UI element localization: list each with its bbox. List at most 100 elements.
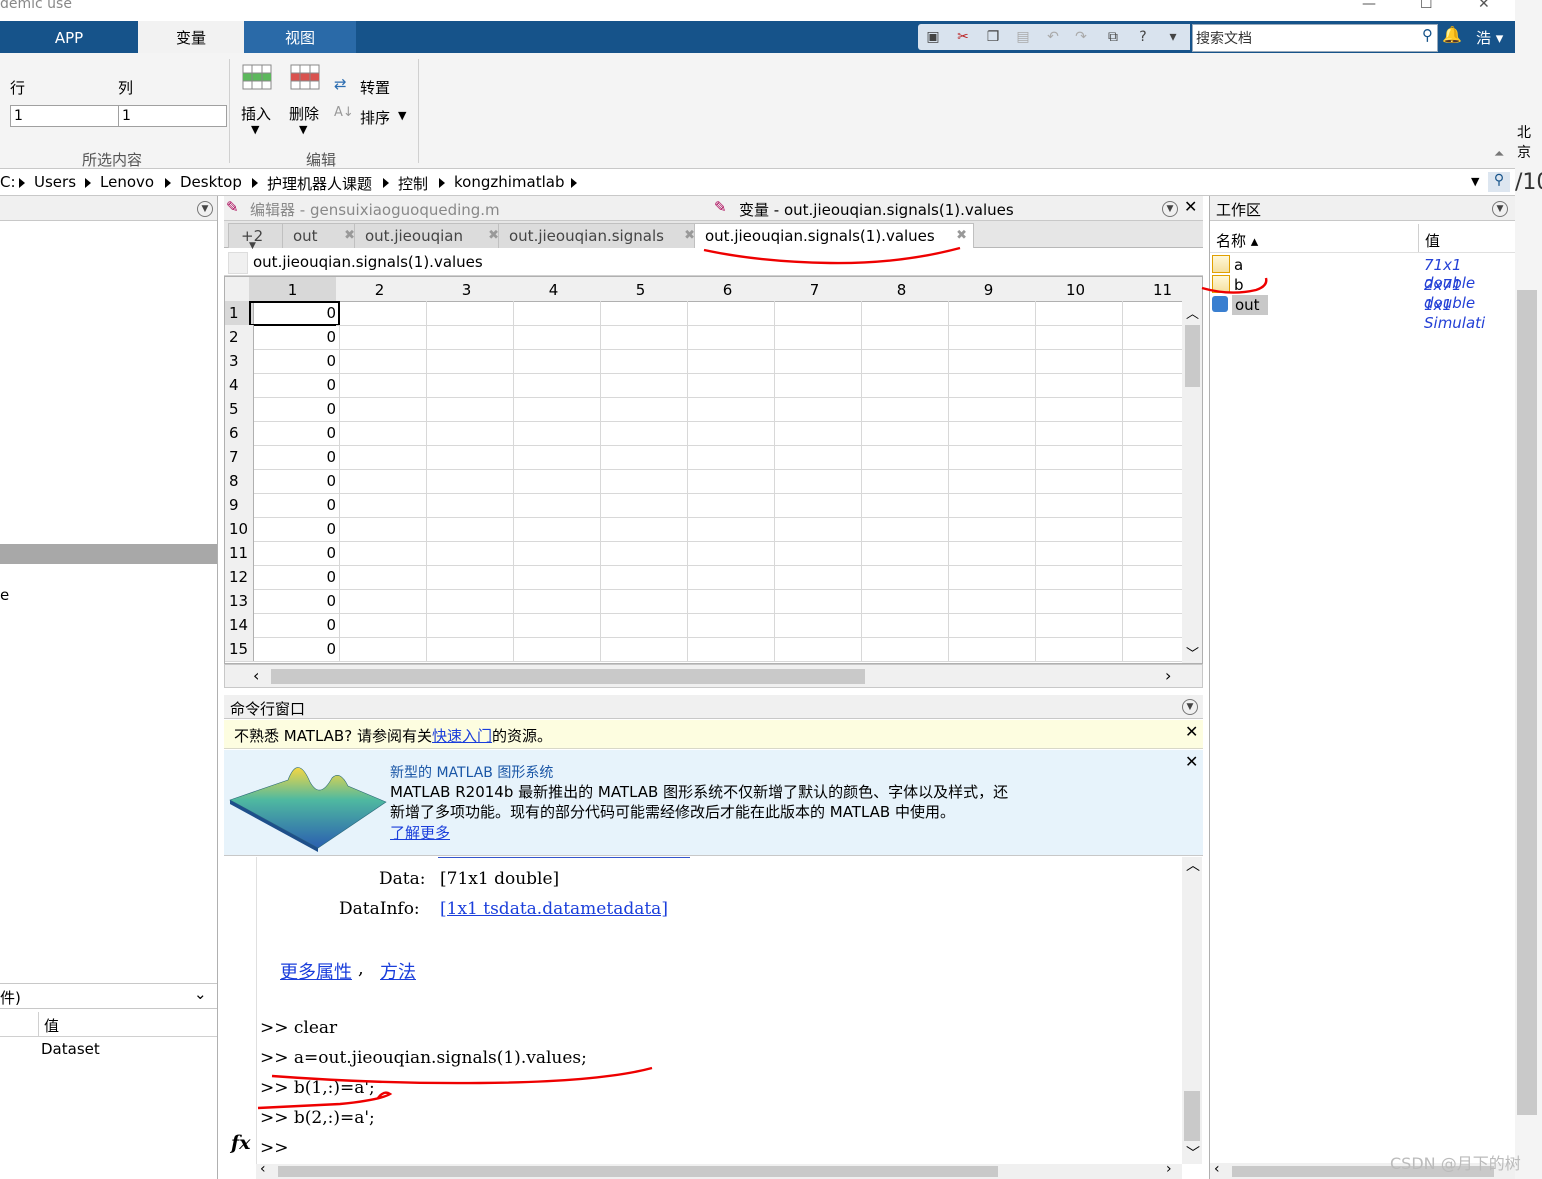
grid-cell[interactable] xyxy=(771,421,862,446)
grid-cell[interactable] xyxy=(510,445,601,470)
grid-cell[interactable] xyxy=(597,589,688,614)
workspace-row-out[interactable]: out 1x1 Simulati xyxy=(1210,295,1515,332)
collapse-ribbon-icon[interactable]: ⏶ xyxy=(1494,147,1504,162)
sort-button[interactable]: A↓ 排序 ▼ xyxy=(334,105,414,127)
column-header[interactable]: 2 xyxy=(336,277,424,302)
grid-cell[interactable] xyxy=(1032,517,1123,542)
grid-cell[interactable] xyxy=(858,469,949,494)
tab-out-jieouqian-signals[interactable]: out.jieouqian.signals ✖ xyxy=(498,223,702,248)
save-icon[interactable]: ▣ xyxy=(924,28,942,46)
grid-cell[interactable] xyxy=(597,397,688,422)
function-browser-icon[interactable]: fx xyxy=(231,1132,251,1154)
close-notice-icon[interactable]: ✕ xyxy=(1185,752,1198,771)
grid-cell[interactable] xyxy=(945,349,1036,374)
grid-cell[interactable] xyxy=(423,397,514,422)
scrollbar-thumb[interactable] xyxy=(271,669,865,684)
grid-cell[interactable] xyxy=(771,613,862,638)
grid-cell[interactable] xyxy=(684,541,775,566)
grid-cell[interactable]: 0 xyxy=(249,397,340,422)
scroll-left-icon[interactable]: ‹ xyxy=(260,1161,266,1177)
grid-cell[interactable]: 0 xyxy=(249,469,340,494)
scroll-up-icon[interactable]: ︿ xyxy=(1186,303,1199,322)
grid-cell[interactable] xyxy=(336,565,427,590)
grid-cell[interactable] xyxy=(423,493,514,518)
grid-cell[interactable] xyxy=(597,445,688,470)
grid-cell[interactable] xyxy=(597,565,688,590)
grid-cell[interactable] xyxy=(1032,565,1123,590)
grid-cell[interactable] xyxy=(1032,421,1123,446)
grid-cell[interactable]: 0 xyxy=(249,517,340,542)
grid-cell[interactable] xyxy=(858,589,949,614)
column-header[interactable]: 6 xyxy=(684,277,772,302)
minimize-icon[interactable]: — xyxy=(1362,0,1376,12)
grid-cell[interactable] xyxy=(771,637,862,662)
grid-cell[interactable]: 0 xyxy=(249,589,340,614)
grid-cell[interactable] xyxy=(423,421,514,446)
tab-values[interactable]: out.jieouqian.signals(1).values ✖ xyxy=(694,223,974,248)
grid-cell[interactable] xyxy=(1032,445,1123,470)
grid-cell[interactable] xyxy=(423,469,514,494)
scroll-left-icon[interactable]: ‹ xyxy=(1214,1161,1220,1177)
chevron-down-icon[interactable]: ⌄ xyxy=(194,985,207,1003)
grid-cell[interactable] xyxy=(1032,613,1123,638)
grid-cell[interactable] xyxy=(771,325,862,350)
grid-cell[interactable] xyxy=(771,469,862,494)
getting-started-link[interactable]: 快速入门 xyxy=(432,727,492,745)
column-input[interactable]: 1 xyxy=(118,105,227,127)
grid-cell[interactable] xyxy=(1032,493,1123,518)
scroll-right-icon[interactable]: › xyxy=(1165,666,1171,685)
grid-cell[interactable] xyxy=(597,637,688,662)
console-horizontal-scrollbar[interactable]: ‹ › xyxy=(256,1161,1182,1179)
scroll-down-icon[interactable]: ﹀ xyxy=(1186,643,1199,662)
grid-cell[interactable] xyxy=(1032,541,1123,566)
grid-cell[interactable] xyxy=(771,397,862,422)
grid-cell[interactable] xyxy=(684,397,775,422)
delete-button[interactable]: 删除 ▼ xyxy=(286,63,326,143)
details-header[interactable]: 件) ⌄ xyxy=(0,983,217,1009)
grid-cell[interactable] xyxy=(858,613,949,638)
grid-cell[interactable] xyxy=(423,589,514,614)
grid-cell[interactable] xyxy=(1032,325,1123,350)
grid-corner[interactable] xyxy=(225,277,250,302)
grid-cell[interactable] xyxy=(336,325,427,350)
grid-cell[interactable] xyxy=(510,565,601,590)
close-window-icon[interactable]: ✕ xyxy=(1478,0,1490,12)
grid-cell[interactable] xyxy=(858,637,949,662)
console-vertical-scrollbar[interactable]: ︿ ﹀ xyxy=(1182,857,1202,1164)
grid-cell[interactable] xyxy=(597,421,688,446)
grid-cell[interactable] xyxy=(684,373,775,398)
grid-cell[interactable] xyxy=(684,637,775,662)
scrollbar-thumb[interactable] xyxy=(278,1166,998,1177)
grid-cell[interactable] xyxy=(945,421,1036,446)
column-header[interactable]: 5 xyxy=(597,277,685,302)
grid-cell[interactable] xyxy=(684,421,775,446)
grid-cell[interactable]: 0 xyxy=(249,301,340,326)
grid-cell[interactable] xyxy=(858,541,949,566)
scrollbar-thumb[interactable] xyxy=(1184,1091,1200,1141)
panel-actions-icon[interactable]: ▼ xyxy=(197,201,213,217)
grid-cell[interactable] xyxy=(510,325,601,350)
grid-cell[interactable] xyxy=(510,421,601,446)
grid-cell[interactable] xyxy=(771,589,862,614)
grid-cell[interactable] xyxy=(684,517,775,542)
grid-cell[interactable]: 0 xyxy=(249,421,340,446)
help-icon[interactable]: ? xyxy=(1134,28,1152,46)
copy-icon[interactable]: ❐ xyxy=(984,28,1002,46)
grid-cell[interactable] xyxy=(423,325,514,350)
grid-cell[interactable]: 0 xyxy=(249,493,340,518)
grid-cell[interactable] xyxy=(597,541,688,566)
grid-cell[interactable] xyxy=(684,349,775,374)
grid-horizontal-scrollbar[interactable]: ‹ › xyxy=(224,664,1203,688)
grid-cell[interactable] xyxy=(336,373,427,398)
history-dropdown-icon[interactable]: ▼ xyxy=(1471,175,1479,188)
editor-title[interactable]: 编辑器 - gensuixiaoguoqueding.m xyxy=(250,199,500,220)
column-header[interactable]: 4 xyxy=(510,277,598,302)
transpose-button[interactable]: ⇄ 转置 xyxy=(334,75,404,97)
grid-cell[interactable] xyxy=(945,301,1036,326)
grid-cell[interactable] xyxy=(597,349,688,374)
grid-cell[interactable] xyxy=(336,613,427,638)
grid-cell[interactable] xyxy=(1032,397,1123,422)
search-documentation-input[interactable]: 搜索文档 ⚲ xyxy=(1192,24,1438,52)
grid-cell[interactable] xyxy=(1032,589,1123,614)
grid-cell[interactable] xyxy=(684,325,775,350)
